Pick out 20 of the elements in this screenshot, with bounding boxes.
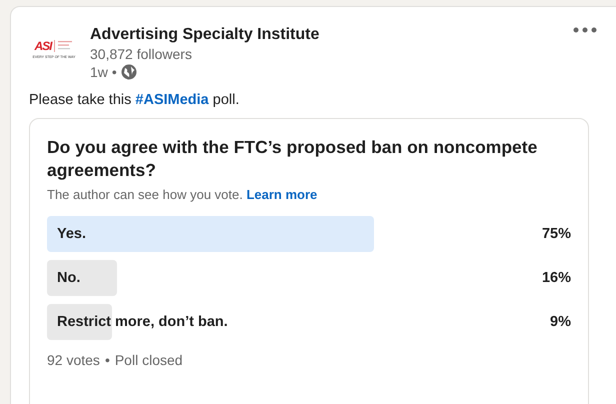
globe-icon: [120, 64, 137, 80]
option-label: Yes.: [56, 226, 86, 242]
option-percent: 16%: [542, 270, 571, 286]
vote-count[interactable]: 92 votes: [47, 352, 100, 368]
author-name[interactable]: Advertising Specialty Institute: [90, 25, 320, 45]
learn-more-link[interactable]: Learn more: [246, 187, 318, 202]
separator-dot: •: [104, 352, 110, 368]
poll-status: Poll closed: [114, 352, 183, 368]
poll-question: Do you agree with the FTC’s proposed ban on noncompete agreements?: [47, 136, 538, 182]
post-time: 1w: [90, 63, 108, 81]
option-percent: 75%: [542, 226, 571, 242]
separator-dot: •: [112, 63, 117, 81]
more-options-icon[interactable]: [573, 27, 597, 33]
option-percent: 9%: [550, 314, 571, 330]
post-text: Please take this #ASIMedia poll.: [29, 92, 240, 108]
follower-count: 30,872 followers: [90, 45, 193, 63]
poll-note: The author can see how you vote. Learn more: [47, 187, 318, 202]
hashtag-link[interactable]: #ASIMedia: [135, 92, 209, 108]
option-label: Restrict more, don’t ban.: [56, 314, 228, 330]
option-label: No.: [56, 270, 80, 286]
